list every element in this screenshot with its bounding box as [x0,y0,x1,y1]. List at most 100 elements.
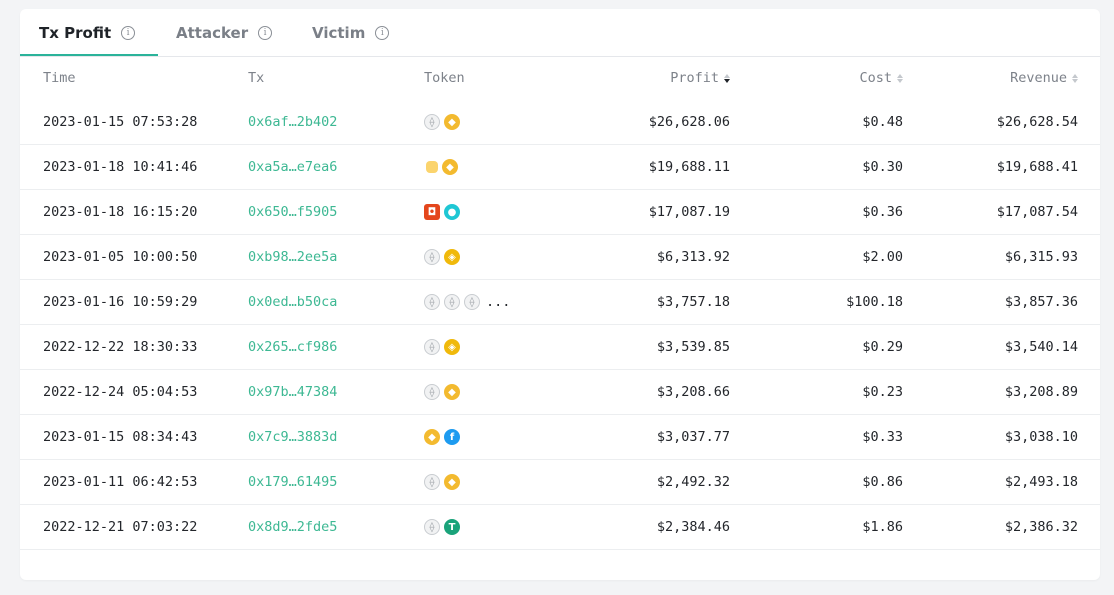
tx-hash-link[interactable]: 0x6af…2b402 [248,114,337,130]
eth-icon: ⟠ [424,339,440,355]
table-row[interactable]: 2022-12-24 05:04:53 0x97b…47384 ⟠ ◆ $3,208.6… [20,370,1100,415]
tab-bar: Tx Profit i Attacker i Victim i [20,9,1100,57]
header-cost[interactable]: Cost [859,56,903,100]
tab-attacker[interactable]: Attacker i [176,9,273,56]
bnb-icon: ◆ [444,384,460,400]
profit-cell: $17,087.19 [648,204,730,220]
revenue-cell: $3,540.14 [1004,339,1078,355]
token-cell: ⟠ ◆ [424,460,466,504]
sort-icon[interactable] [897,73,903,83]
tab-victim-label: Victim [312,23,366,42]
bnb-icon: ◆ [444,114,460,130]
time-cell: 2022-12-21 07:03:22 [43,519,198,535]
tx-hash-link[interactable]: 0x8d9…2fde5 [248,519,337,535]
profit-cell: $3,208.66 [656,384,730,400]
profit-cell: $3,037.77 [656,429,730,445]
tx-hash-link[interactable]: 0x7c9…3883d [248,429,337,445]
cost-cell: $0.86 [862,474,903,490]
sort-desc-icon[interactable] [724,73,730,83]
table-row[interactable]: 2023-01-05 10:00:50 0xb98…2ee5a ⟠ ◈ $6,313.9… [20,235,1100,280]
cost-cell: $0.30 [862,159,903,175]
tx-cell: 0x6af…2b402 [248,100,337,144]
cost-cell: $2.00 [862,249,903,265]
header-cost-label: Cost [859,70,892,86]
profit-cell: $3,539.85 [656,339,730,355]
table-row[interactable]: 2022-12-22 18:30:33 0x265…cf986 ⟠ ◈ $3,539.8… [20,325,1100,370]
table-row[interactable]: 2023-01-16 10:59:29 0x0ed…b50ca ⟠ ⟠ ⟠... $3,7… [20,280,1100,325]
eth-icon: ⟠ [424,114,440,130]
revenue-cell: $2,386.32 [1004,519,1078,535]
busd-icon: ◈ [444,249,460,265]
profit-cell: $6,313.92 [656,249,730,265]
cost-cell: $0.29 [862,339,903,355]
info-icon[interactable]: i [121,25,136,40]
time-cell: 2022-12-22 18:30:33 [43,339,198,355]
bnb-icon: ◆ [442,159,458,175]
cost-cell: $1.86 [862,519,903,535]
tx-hash-link[interactable]: 0xb98…2ee5a [248,249,337,265]
tx-cell: 0x265…cf986 [248,325,337,369]
info-icon[interactable]: i [375,25,390,40]
table-row[interactable]: 2023-01-18 16:15:20 0x650…f5905 ◘ ● $17,087.… [20,190,1100,235]
bunny-token-icon: ● [444,204,460,220]
tab-victim[interactable]: Victim i [312,9,390,56]
time-cell: 2023-01-18 10:41:46 [43,159,198,175]
tx-hash-link[interactable]: 0x97b…47384 [248,384,337,400]
time-cell: 2022-12-24 05:04:53 [43,384,198,400]
time-cell: 2023-01-16 10:59:29 [43,294,198,310]
time-cell: 2023-01-18 16:15:20 [43,204,198,220]
tx-cell: 0x97b…47384 [248,370,337,414]
tx-hash-link[interactable]: 0x0ed…b50ca [248,294,337,310]
usdt-icon: T [444,519,460,535]
time-cell: 2023-01-15 07:53:28 [43,114,198,130]
table-row[interactable]: 2023-01-15 08:34:43 0x7c9…3883d ◆ f $3,037.7… [20,415,1100,460]
tx-cell: 0x8d9…2fde5 [248,505,337,549]
tx-hash-link[interactable]: 0xa5a…e7ea6 [248,159,337,175]
table-row[interactable]: 2023-01-11 06:42:53 0x179…61495 ⟠ ◆ $2,492.3… [20,460,1100,505]
tab-tx-profit-label: Tx Profit [39,23,112,42]
header-time: Time [43,70,76,86]
header-revenue-label: Revenue [1010,70,1067,86]
eth-icon: ⟠ [424,474,440,490]
token-cell: ◆ f [424,415,466,459]
tab-tx-profit[interactable]: Tx Profit i [39,9,136,56]
fet-icon: f [444,429,460,445]
tx-cell: 0x650…f5905 [248,190,337,234]
info-icon[interactable]: i [258,25,273,40]
more-tokens-indicator: ... [486,294,511,310]
token-cell: ⟠ T [424,505,466,549]
cost-cell: $0.36 [862,204,903,220]
revenue-cell: $3,038.10 [1004,429,1078,445]
tab-attacker-label: Attacker [176,23,249,42]
table-header: Time Tx Token Profit Cost Revenue [20,56,1100,100]
tx-hash-link[interactable]: 0x650…f5905 [248,204,337,220]
cost-cell: $0.33 [862,429,903,445]
header-tx: Tx [248,70,265,86]
profit-cell: $26,628.06 [648,114,730,130]
header-revenue[interactable]: Revenue [1010,56,1078,100]
eth-icon: ⟠ [424,294,440,310]
token-cell: ⟠ ◈ [424,325,466,369]
tx-hash-link[interactable]: 0x179…61495 [248,474,337,490]
table-body: 2023-01-15 07:53:28 0x6af…2b402 ⟠ ◆ $26,628.… [20,100,1100,550]
header-profit[interactable]: Profit [670,56,730,100]
table-row[interactable]: 2022-12-21 07:03:22 0x8d9…2fde5 ⟠ T $2,384.4… [20,505,1100,550]
profit-cell: $3,757.18 [656,294,730,310]
revenue-cell: $19,688.41 [996,159,1078,175]
revenue-cell: $3,857.36 [1004,294,1078,310]
profit-cell: $19,688.11 [648,159,730,175]
shield-token-icon: ◘ [424,204,440,220]
profit-cell: $2,384.46 [656,519,730,535]
table-row[interactable]: 2023-01-15 07:53:28 0x6af…2b402 ⟠ ◆ $26,628.… [20,100,1100,145]
tx-cell: 0x179…61495 [248,460,337,504]
table-row[interactable]: 2023-01-18 10:41:46 0xa5a…e7ea6 ◆ $19,688.1… [20,145,1100,190]
sort-icon[interactable] [1072,73,1078,83]
token-cell: ⟠ ◆ [424,370,466,414]
revenue-cell: $17,087.54 [996,204,1078,220]
tx-cell: 0x7c9…3883d [248,415,337,459]
token-cell: ◆ [424,145,464,189]
tx-cell: 0x0ed…b50ca [248,280,337,324]
revenue-cell: $26,628.54 [996,114,1078,130]
tx-hash-link[interactable]: 0x265…cf986 [248,339,337,355]
profit-cell: $2,492.32 [656,474,730,490]
